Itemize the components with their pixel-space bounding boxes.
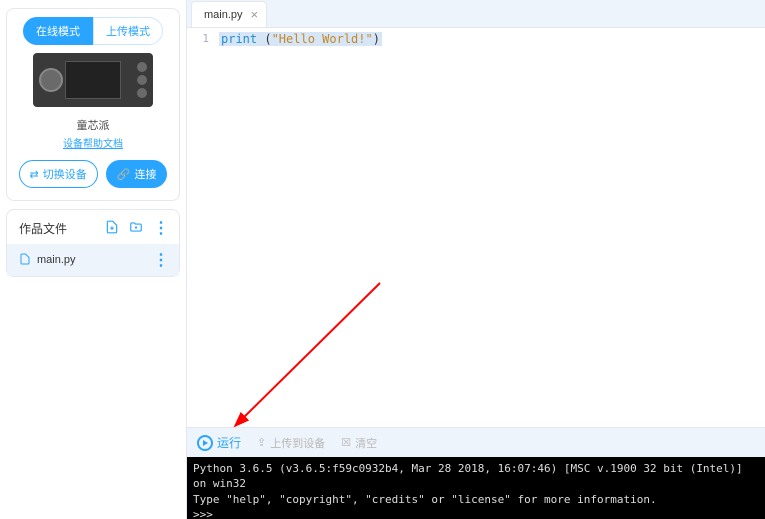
switch-device-label: 切换设备 xyxy=(43,166,87,182)
python-file-icon xyxy=(19,253,31,268)
device-name-label: 童芯派 xyxy=(15,117,171,133)
file-more-icon[interactable]: ⋮ xyxy=(153,250,169,270)
files-panel: 作品文件 ⋮ main.py ⋮ xyxy=(6,209,180,277)
line-gutter: 1 xyxy=(187,28,215,427)
files-more-icon[interactable]: ⋮ xyxy=(153,218,169,238)
clear-button[interactable]: ☒ 清空 xyxy=(341,435,377,451)
add-folder-icon[interactable] xyxy=(129,220,143,237)
clear-label: 清空 xyxy=(355,435,377,451)
mode-tab-online[interactable]: 在线模式 xyxy=(23,17,93,45)
upload-icon: ⇪ xyxy=(257,436,266,449)
upload-label: 上传到设备 xyxy=(270,435,325,451)
files-heading: 作品文件 xyxy=(19,220,67,237)
file-name-label: main.py xyxy=(37,254,76,266)
mode-tab-upload[interactable]: 上传模式 xyxy=(93,17,163,45)
run-button[interactable]: 运行 xyxy=(197,434,241,451)
file-row[interactable]: main.py ⋮ xyxy=(7,244,179,276)
editor-tabbar: main.py × xyxy=(187,0,765,28)
upload-to-device-button[interactable]: ⇪ 上传到设备 xyxy=(257,435,325,451)
editor-tab[interactable]: main.py × xyxy=(191,1,267,27)
terminal-output[interactable]: Python 3.6.5 (v3.6.5:f59c0932b4, Mar 28 … xyxy=(187,457,765,519)
code-line: print ("Hello World!") xyxy=(219,32,382,46)
switch-icon: ⇄ xyxy=(30,168,39,181)
connect-button[interactable]: 🔗 连接 xyxy=(106,160,168,188)
close-icon[interactable]: × xyxy=(251,7,259,22)
add-file-icon[interactable] xyxy=(105,220,119,237)
connect-label: 连接 xyxy=(134,166,156,182)
action-bar: 运行 ⇪ 上传到设备 ☒ 清空 xyxy=(187,427,765,457)
tab-label: main.py xyxy=(204,9,243,21)
run-label: 运行 xyxy=(217,434,241,451)
link-icon: 🔗 xyxy=(117,168,131,181)
code-editor[interactable]: 1 print ("Hello World!") xyxy=(187,28,765,427)
device-image xyxy=(15,53,171,107)
device-help-link[interactable]: 设备帮助文档 xyxy=(15,135,171,150)
clear-icon: ☒ xyxy=(341,436,351,449)
switch-device-button[interactable]: ⇄ 切换设备 xyxy=(19,160,98,188)
play-icon xyxy=(197,435,213,451)
device-panel: 在线模式 上传模式 童芯派 设备帮助文档 ⇄ 切换设备 🔗 连接 xyxy=(6,8,180,201)
mode-tabs: 在线模式 上传模式 xyxy=(15,17,171,45)
